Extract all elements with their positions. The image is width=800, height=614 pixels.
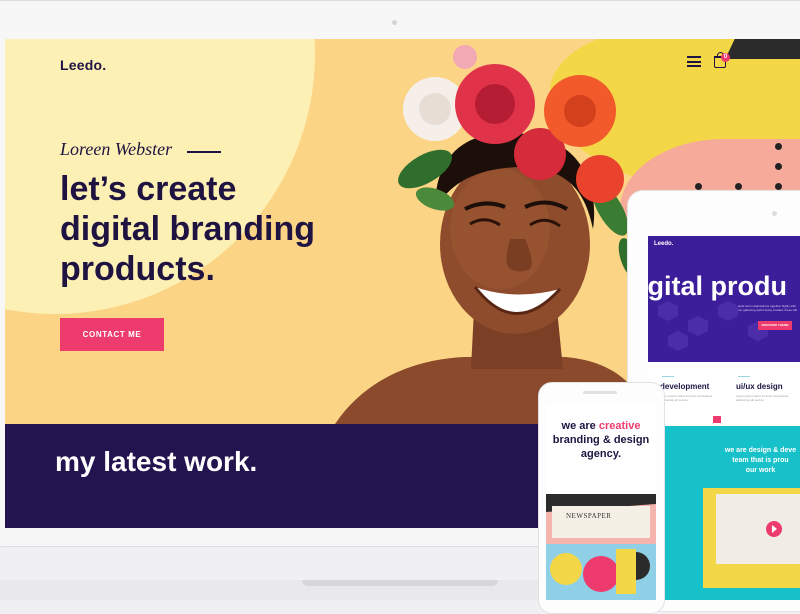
- cyan-text-line: we are design & deve: [724, 447, 797, 454]
- phone-headline-plain: we are: [561, 420, 599, 432]
- latest-work-title: my latest work.: [55, 446, 258, 477]
- headline-line: products.: [60, 250, 215, 288]
- tablet-discover-button[interactable]: DISCOVER THEME: [758, 321, 792, 330]
- tablet-camera: [772, 211, 777, 216]
- phone-speaker: [583, 391, 617, 394]
- newspaper-card: [552, 506, 650, 538]
- tablet-card-label: ui/ux design: [736, 382, 783, 391]
- cart-badge: 0: [721, 53, 730, 62]
- headline-line: let’s create: [60, 170, 237, 208]
- phone-headline-line: branding & design: [552, 434, 650, 446]
- tablet-hero-text: igital produ: [648, 271, 787, 301]
- tablet-card-text: Lorem ipsum dolor sit amet consectetur a…: [660, 394, 713, 402]
- card-accent-line: [738, 376, 750, 377]
- decor-dot: [775, 163, 782, 170]
- tablet-card-label: development: [660, 382, 710, 391]
- phone-headline: we are creative branding & design agency…: [546, 419, 656, 461]
- hero-black-shape: [725, 39, 800, 59]
- decor-dot: [775, 183, 782, 190]
- cyan-text-line: our work: [745, 467, 776, 474]
- tablet-brand: Leedo.: [654, 241, 674, 247]
- hero-headline: let’s create digital branding products.: [60, 169, 390, 289]
- tablet-hero-subtext: Quid lorem dignissimos together highly w…: [738, 304, 797, 312]
- tablet-screen: Leedo. igital produ Quid lorem dignissim…: [648, 236, 800, 600]
- play-icon[interactable]: [766, 521, 782, 537]
- contact-me-button[interactable]: CONTACT ME: [60, 318, 164, 351]
- phone-screen: we are creative branding & design agency…: [546, 404, 656, 600]
- phone-artwork: NEWSPAPER: [546, 494, 656, 600]
- tablet-card-text: Lorem ipsum dolor sit amet consectetur a…: [736, 394, 789, 402]
- phone-headline-line: agency.: [580, 448, 622, 460]
- brand-logo[interactable]: Leedo.: [60, 57, 106, 73]
- phone-headline-accent: creative: [598, 420, 641, 432]
- decor-dot: [735, 183, 742, 190]
- signature-name: Loreen Webster: [60, 139, 173, 159]
- headline-line: digital branding: [60, 210, 315, 248]
- hamburger-menu-icon[interactable]: [687, 56, 701, 67]
- decor-dot: [775, 143, 782, 150]
- signature-divider: [187, 151, 221, 153]
- tablet-card-arrow[interactable]: [713, 416, 721, 423]
- tablet-hero: Leedo. igital produ Quid lorem dignissim…: [648, 236, 800, 362]
- cyan-text-line: team that is prou: [732, 457, 789, 464]
- laptop-notch: [302, 580, 498, 586]
- tablet-cyan-text: we are design & deve team that is prou o…: [718, 446, 800, 476]
- laptop-camera: [392, 20, 397, 25]
- tablet-photo: [716, 494, 800, 564]
- card-accent-line: [662, 376, 674, 377]
- decor-dot: [695, 183, 702, 190]
- newspaper-title: NEWSPAPER: [566, 512, 612, 520]
